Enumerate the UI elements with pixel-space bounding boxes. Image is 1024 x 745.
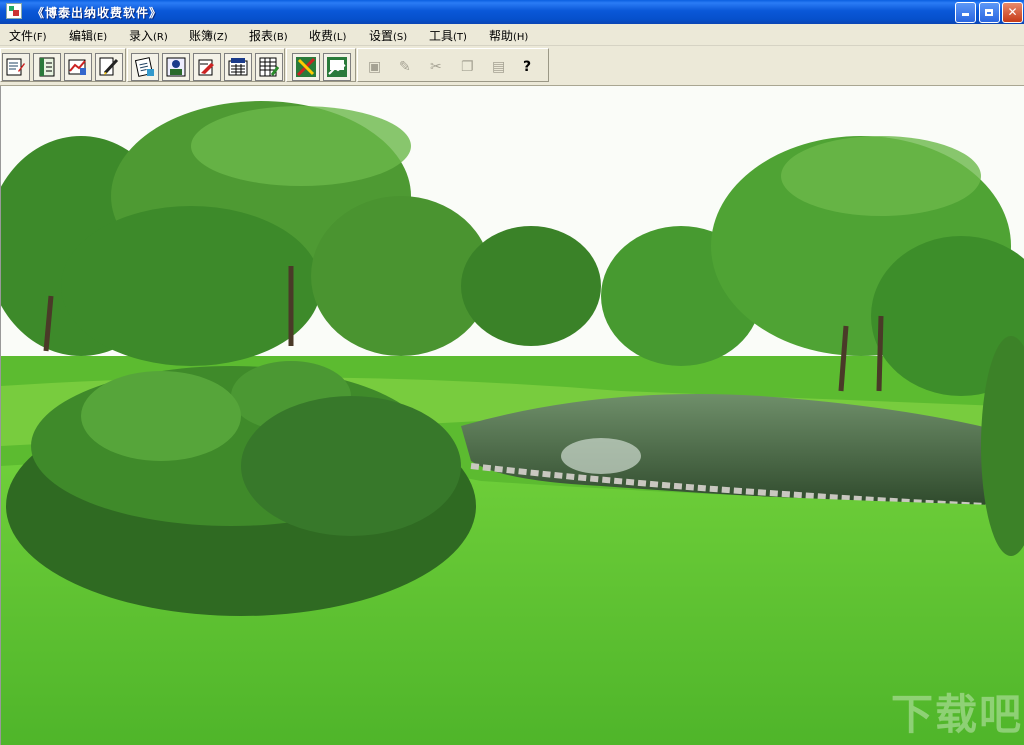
- pencil-button[interactable]: ✎: [392, 53, 420, 81]
- user-icon: [166, 57, 186, 77]
- document-button[interactable]: [131, 53, 159, 81]
- calculator-icon: [228, 58, 248, 76]
- settings-button[interactable]: [323, 53, 351, 81]
- cut-icon: ✂: [430, 59, 442, 75]
- cut-button[interactable]: ✂: [423, 53, 451, 81]
- ledger-button[interactable]: [33, 53, 61, 81]
- minimize-button[interactable]: [955, 2, 976, 23]
- help-icon: ?: [523, 59, 532, 75]
- save-button[interactable]: ▣: [361, 53, 389, 81]
- voucher-entry-icon: [6, 58, 25, 76]
- settings-icon: [327, 57, 347, 77]
- menu-help[interactable]: 帮助(H): [489, 27, 528, 44]
- ledger-icon: [39, 57, 55, 77]
- help-button[interactable]: ?: [516, 53, 544, 81]
- watermark: 下载吧: [891, 690, 1024, 739]
- print-button[interactable]: [193, 53, 221, 81]
- toolbar-group-tools: [286, 48, 356, 82]
- report-icon: [68, 59, 86, 75]
- copy-icon: ❐: [461, 59, 474, 75]
- table-icon: [259, 57, 279, 77]
- toolbar-group-edit: ▣ ✎ ✂ ❐ ▤ ?: [357, 48, 549, 82]
- restore-button[interactable]: [979, 2, 1000, 23]
- park-background-image: [1, 86, 1024, 745]
- report-button[interactable]: [64, 53, 92, 81]
- window-title: 《博泰出纳收费软件》: [32, 6, 163, 20]
- restore-icon: [985, 9, 993, 16]
- voucher-entry-button[interactable]: [2, 53, 30, 81]
- menu-file[interactable]: 文件(F): [9, 27, 47, 44]
- menu-entry[interactable]: 录入(R): [129, 27, 168, 44]
- menu-edit[interactable]: 编辑(E): [69, 27, 107, 44]
- menu-charge[interactable]: 收费(L): [309, 27, 346, 44]
- copy-button[interactable]: ❐: [454, 53, 482, 81]
- toolbar-group-reports: [127, 48, 285, 82]
- document-icon: [135, 57, 154, 77]
- user-button[interactable]: [162, 53, 190, 81]
- menu-settings[interactable]: 设置(S): [369, 27, 407, 44]
- close-button[interactable]: ✕: [1002, 2, 1023, 23]
- tools-icon: [296, 57, 316, 77]
- tools-button[interactable]: [292, 53, 320, 81]
- menu-bar: 文件(F) 编辑(E) 录入(R) 账簿(Z) 报表(B) 收费(L) 设置(S…: [0, 24, 1024, 46]
- save-icon: ▣: [368, 59, 382, 75]
- main-client-area: 下载吧: [0, 86, 1024, 745]
- edit-icon: [99, 57, 119, 76]
- toolbar-group-entry: [0, 48, 126, 82]
- calculator-button[interactable]: [224, 53, 252, 81]
- edit-button[interactable]: [95, 53, 123, 81]
- table-button[interactable]: [255, 53, 283, 81]
- menu-report[interactable]: 报表(B): [249, 27, 288, 44]
- app-icon[interactable]: [6, 3, 22, 19]
- close-icon: ✕: [1007, 5, 1018, 19]
- menu-tools[interactable]: 工具(T): [429, 27, 467, 44]
- title-bar[interactable]: 《博泰出纳收费软件》 ✕: [0, 0, 1024, 24]
- paste-icon: ▤: [492, 59, 506, 75]
- toolbar: ▣ ✎ ✂ ❐ ▤ ?: [0, 46, 1024, 86]
- minimize-icon: [962, 13, 969, 16]
- print-icon: [198, 59, 214, 76]
- pencil-icon: ✎: [399, 59, 411, 75]
- menu-ledger[interactable]: 账簿(Z): [189, 27, 228, 44]
- paste-button[interactable]: ▤: [485, 53, 513, 81]
